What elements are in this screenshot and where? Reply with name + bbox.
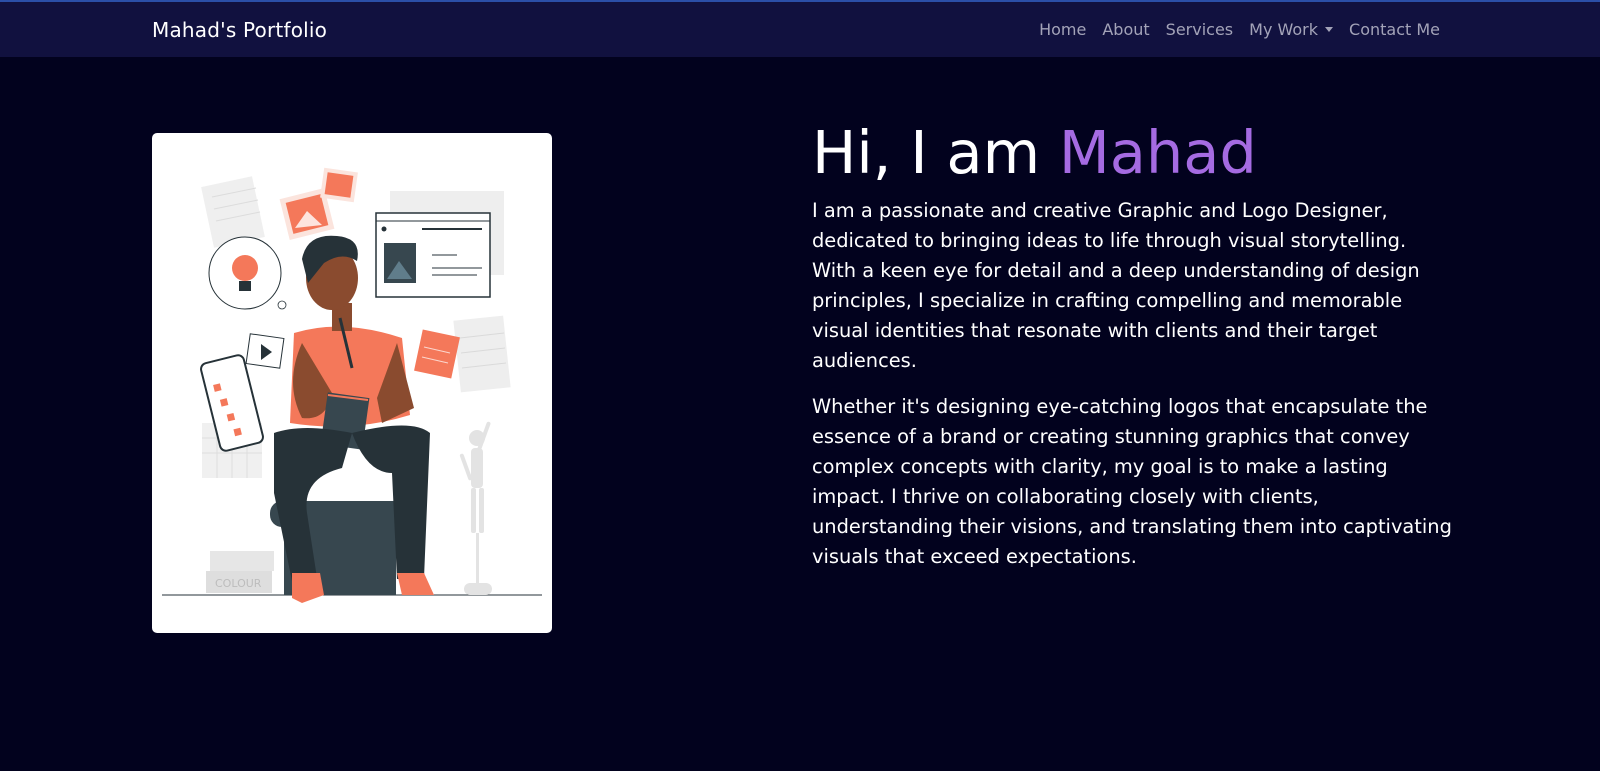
nav-link-home[interactable]: Home — [1039, 20, 1086, 39]
calendar-sheet-right — [453, 315, 511, 393]
hero-name: Mahad — [1058, 118, 1257, 187]
caret-down-icon — [1325, 27, 1334, 32]
hero-paragraph-2: Whether it's designing eye-catching logo… — [812, 395, 1452, 568]
lightbulb-thought-bubble — [208, 236, 287, 310]
nav-item-contact: Contact Me — [1349, 20, 1440, 39]
designer-illustration: COLOUR — [162, 167, 542, 603]
hero-paragraph-1: I am a passionate and creative Graphic a… — [812, 199, 1420, 372]
books-stack: COLOUR — [206, 551, 274, 593]
nav-links: Home About Services My Work Contact Me — [1039, 20, 1440, 39]
sticky-note — [414, 329, 460, 379]
image-card-small — [320, 167, 358, 203]
hero-heading: Hi, I am Mahad — [812, 118, 1452, 188]
nav-item-services: Services — [1166, 20, 1233, 39]
nav-link-contact-me[interactable]: Contact Me — [1349, 20, 1440, 39]
hero-illustration: COLOUR — [152, 133, 552, 633]
nav-link-my-work-label: My Work — [1249, 20, 1319, 39]
nav-item-about: About — [1102, 20, 1149, 39]
brand-link[interactable]: Mahad's Portfolio — [152, 18, 327, 42]
video-card — [245, 333, 285, 369]
calendar-sheet-left — [201, 176, 265, 248]
mannequin-figure — [459, 421, 492, 595]
nav-item-my-work: My Work — [1249, 20, 1334, 39]
hero-text-section: Hi, I am Mahad I am a passionate and cre… — [812, 118, 1452, 588]
navbar: Mahad's Portfolio Home About Services My… — [0, 0, 1600, 57]
nav-link-about[interactable]: About — [1102, 20, 1149, 39]
hero-greeting: Hi, I am — [812, 118, 1059, 187]
nav-dropdown-my-work[interactable]: My Work — [1249, 20, 1334, 39]
browser-window — [375, 191, 504, 298]
nav-item-home: Home — [1039, 20, 1086, 39]
books-label: COLOUR — [215, 577, 262, 590]
nav-link-services[interactable]: Services — [1166, 20, 1233, 39]
